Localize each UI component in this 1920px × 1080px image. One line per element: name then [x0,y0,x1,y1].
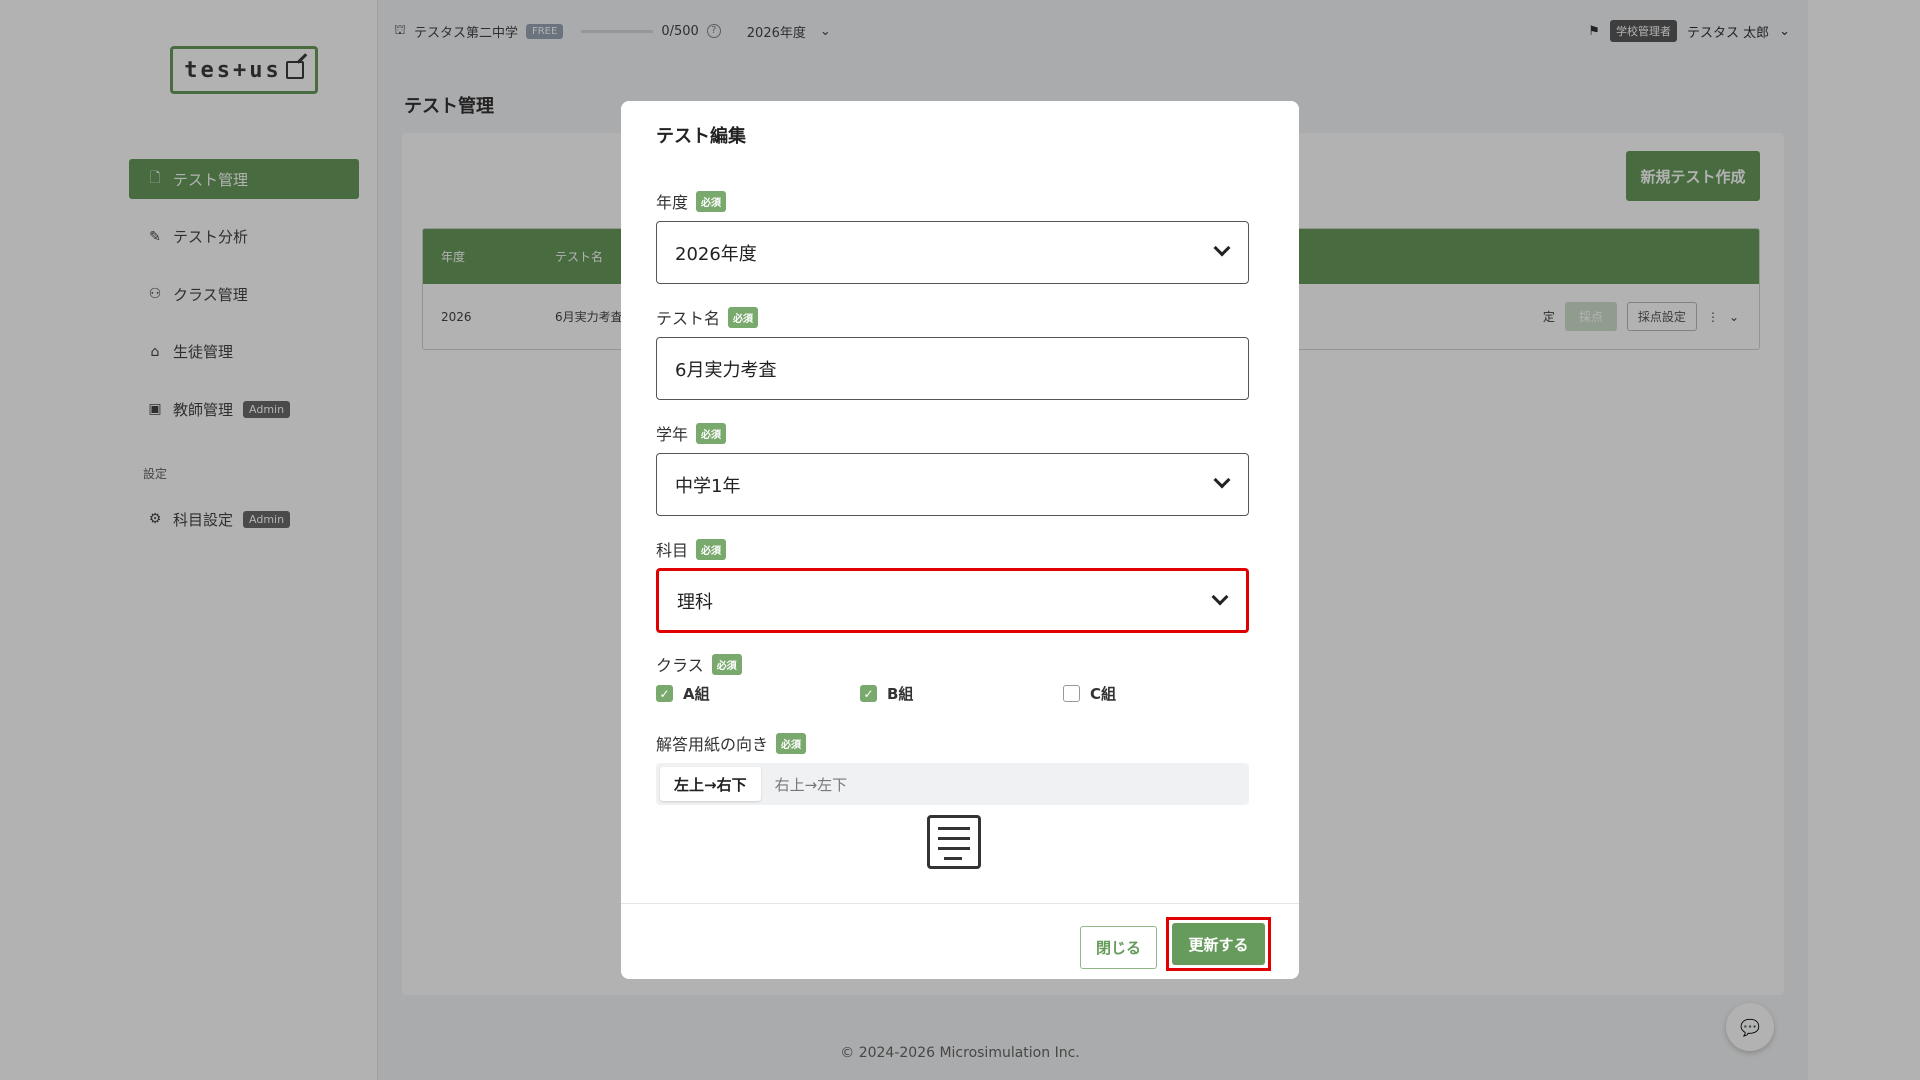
modal-footer-divider [621,903,1299,904]
subject-select-value: 理科 [677,591,713,613]
chevron-down-icon [1213,239,1231,257]
close-button[interactable]: 閉じる [1080,926,1157,969]
orientation-option-right-to-left[interactable]: 右上→左下 [761,767,862,801]
subject-select[interactable]: 理科 [656,568,1249,633]
answer-sheet-direction-icon [927,815,981,869]
class-checkbox-label: C組 [1090,685,1117,703]
checkbox-unchecked-icon[interactable] [1063,685,1080,702]
grade-field-label: 学年 必須 [656,421,727,445]
year-select[interactable]: 2026年度 [656,221,1249,284]
grade-select-value: 中学1年 [675,475,741,497]
field-label-text: 科目 [656,541,689,560]
field-label-text: 年度 [656,193,689,212]
grade-select[interactable]: 中学1年 [656,453,1249,516]
orientation-option-left-to-right[interactable]: 左上→右下 [660,767,761,801]
class-checkbox-label: B組 [887,685,914,703]
subject-field-label: 科目 必須 [656,537,727,561]
class-checkbox-b[interactable]: ✓ B組 [860,683,913,704]
field-label-text: 学年 [656,425,689,444]
field-label-text: 解答用紙の向き [656,735,769,754]
test-edit-modal: テスト編集 年度 必須 2026年度 テスト名 必須 6月実力考査 学年 必須 … [621,101,1299,979]
required-badge: 必須 [711,653,742,675]
required-badge: 必須 [776,732,807,754]
checkbox-checked-icon[interactable]: ✓ [860,685,877,702]
field-label-text: クラス [656,656,704,675]
test-name-value: 6月実力考査 [675,359,777,381]
class-checkbox-c[interactable]: C組 [1063,683,1116,704]
class-checkbox-label: A組 [683,685,710,703]
chevron-down-icon [1213,471,1231,489]
modal-title: テスト編集 [656,126,746,147]
class-checkbox-a[interactable]: ✓ A組 [656,683,710,704]
class-checkbox-group: ✓ A組 ✓ B組 C組 [656,683,1256,707]
orientation-segmented-control: 左上→右下 右上→左下 [656,763,1249,805]
year-select-value: 2026年度 [675,243,757,265]
required-badge: 必須 [696,190,727,212]
required-badge: 必須 [728,306,759,328]
chevron-down-icon [1211,588,1229,606]
required-badge: 必須 [696,538,727,560]
checkbox-checked-icon[interactable]: ✓ [656,685,673,702]
test-name-field-label: テスト名 必須 [656,305,759,329]
class-field-label: クラス 必須 [656,652,742,676]
update-button[interactable]: 更新する [1172,923,1265,965]
required-badge: 必須 [696,422,727,444]
update-button-highlight: 更新する [1166,917,1271,971]
test-name-input[interactable]: 6月実力考査 [656,337,1249,400]
field-label-text: テスト名 [656,309,721,328]
orientation-field-label: 解答用紙の向き 必須 [656,731,807,755]
year-field-label: 年度 必須 [656,189,727,213]
